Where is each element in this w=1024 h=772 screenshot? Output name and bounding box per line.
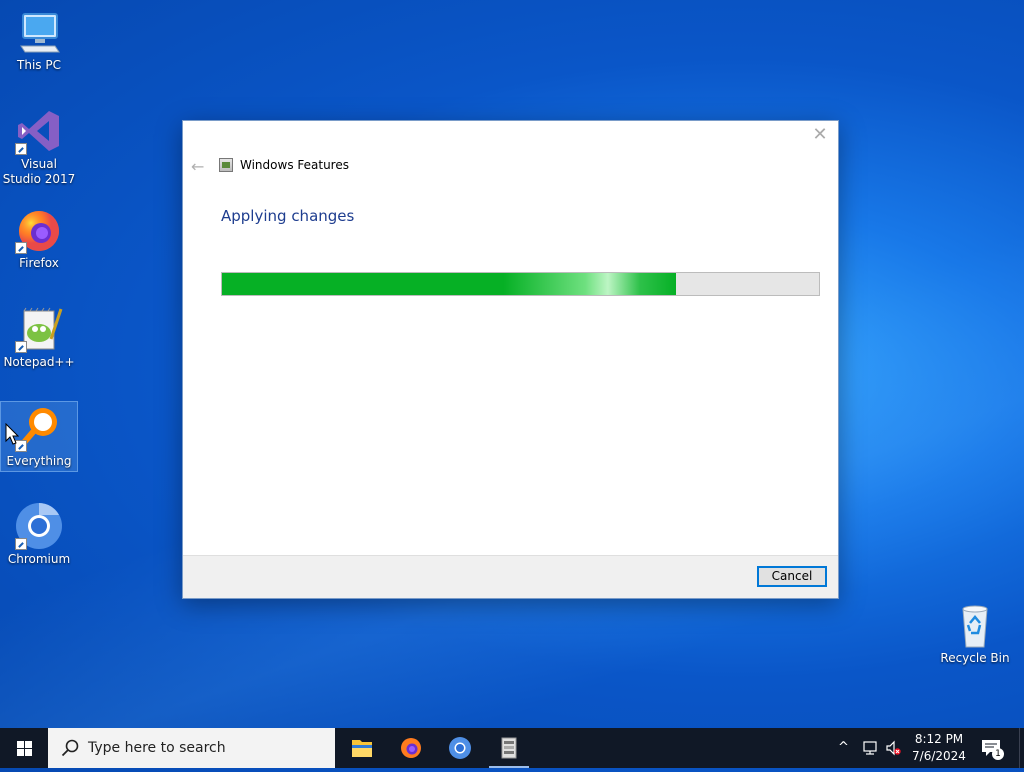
- search-box[interactable]: Type here to search: [48, 728, 335, 768]
- shortcut-arrow-icon: [15, 143, 27, 155]
- clock-date: 7/6/2024: [912, 749, 966, 763]
- desktop-icon-visual-studio[interactable]: Visual Studio 2017: [1, 107, 77, 187]
- search-icon: [61, 739, 79, 757]
- notification-count-badge: 1: [992, 748, 1004, 760]
- desktop-icon-recycle-bin[interactable]: Recycle Bin: [937, 601, 1013, 666]
- cancel-button[interactable]: Cancel: [757, 566, 827, 587]
- notepad-plus-plus-icon: [15, 305, 63, 353]
- windows-features-icon: [501, 737, 517, 759]
- desktop-icon-firefox[interactable]: Firefox: [1, 206, 77, 271]
- chromium-icon: [15, 502, 63, 550]
- desktop-icon-label: Firefox: [19, 256, 59, 270]
- back-arrow-icon: ←: [191, 157, 205, 176]
- clock-time: 8:12 PM: [914, 732, 964, 746]
- firefox-icon: [15, 206, 63, 254]
- desktop-icon-this-pc[interactable]: This PC: [1, 8, 77, 73]
- everything-search-icon: [15, 404, 63, 452]
- desktop-icon-label: Recycle Bin: [940, 651, 1010, 665]
- desktop-icon-label: Visual Studio 2017: [2, 157, 76, 186]
- taskbar-chromium[interactable]: [436, 728, 484, 768]
- progress-bar: [221, 272, 820, 296]
- taskbar-firefox[interactable]: [387, 728, 435, 768]
- visual-studio-icon: [15, 107, 63, 155]
- applying-changes-heading: Applying changes: [221, 207, 355, 225]
- shortcut-arrow-icon: [15, 538, 27, 550]
- search-placeholder: Type here to search: [88, 740, 226, 756]
- taskbar: Type here to search ^ 8:12 PM 7/6/2024 1: [0, 728, 1024, 768]
- progress-bar-fill: [222, 273, 676, 295]
- desktop-icon-chromium[interactable]: Chromium: [1, 502, 77, 567]
- folder-icon: [352, 740, 372, 757]
- shortcut-arrow-icon: [15, 341, 27, 353]
- desktop-icon-notepad-plus-plus[interactable]: Notepad++: [1, 305, 77, 370]
- back-button[interactable]: ←: [191, 157, 204, 176]
- show-desktop-button[interactable]: [1019, 728, 1024, 768]
- firefox-icon: [401, 738, 421, 758]
- dialog-footer: Cancel: [183, 555, 838, 598]
- network-icon[interactable]: [862, 740, 878, 756]
- computer-icon: [15, 8, 63, 56]
- volume-muted-icon[interactable]: [885, 740, 901, 756]
- close-icon: ✕: [812, 124, 828, 145]
- mouse-cursor-icon: [5, 423, 19, 445]
- dialog-title: Windows Features: [240, 158, 349, 172]
- windows-features-app-icon: [219, 158, 233, 172]
- windows-features-dialog: ✕ ← Windows Features Applying changes Ca…: [182, 120, 839, 599]
- desktop-icon-label: This PC: [17, 58, 61, 72]
- taskbar-windows-features[interactable]: [485, 728, 533, 768]
- desktop-icon-label: Everything: [6, 454, 72, 468]
- desktop-icon-label: Notepad++: [3, 355, 75, 369]
- tray-overflow-chevron-icon[interactable]: ^: [838, 740, 849, 755]
- close-button[interactable]: ✕: [810, 125, 830, 145]
- desktop-icon-label: Chromium: [7, 552, 71, 566]
- taskbar-file-explorer[interactable]: [338, 728, 386, 768]
- windows-logo-icon: [17, 741, 32, 756]
- recycle-bin-icon: [951, 601, 999, 649]
- chromium-icon: [449, 737, 471, 759]
- system-clock[interactable]: 8:12 PM 7/6/2024: [904, 731, 974, 765]
- start-button[interactable]: [0, 728, 48, 768]
- shortcut-arrow-icon: [15, 242, 27, 254]
